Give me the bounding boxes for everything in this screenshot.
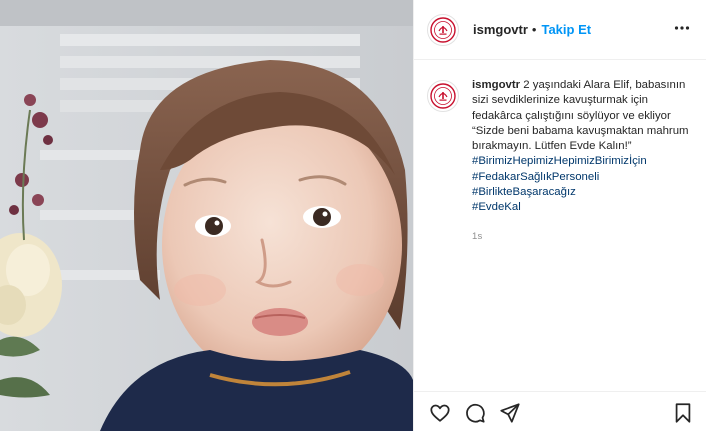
header-avatar[interactable] [427, 13, 459, 46]
post-side-panel: ismgovtr • Takip Et ismgovtr 2 yaşındaki… [413, 0, 706, 431]
save-button[interactable] [671, 401, 695, 425]
hashtag-link[interactable]: #BirlikteBaşaracağız [472, 185, 692, 200]
post-media[interactable] [0, 0, 413, 431]
post-video-frame [0, 0, 413, 431]
hashtag-link[interactable]: #FedakarSağlıkPersoneli [472, 170, 692, 185]
post-timestamp[interactable]: 1s [472, 229, 692, 244]
like-button[interactable] [428, 401, 452, 425]
ministry-logo-icon [430, 83, 456, 109]
heart-icon [430, 404, 450, 422]
post-caption: ismgovtr 2 yaşındaki Alara Elif, babasın… [427, 78, 697, 244]
share-icon [500, 403, 520, 423]
more-options-button[interactable] [672, 18, 692, 38]
more-options-icon [674, 26, 690, 30]
hashtag-link[interactable]: #BirimizHepimizHepimizBirimizİçin [472, 154, 692, 169]
caption-body: ismgovtr 2 yaşındaki Alara Elif, babasın… [472, 78, 692, 244]
caption-avatar[interactable] [427, 80, 459, 112]
comment-button[interactable] [463, 401, 487, 425]
share-button[interactable] [498, 401, 522, 425]
action-bar [414, 391, 706, 431]
comment-icon [466, 403, 485, 423]
bookmark-icon [675, 403, 691, 423]
follow-button[interactable]: Takip Et [541, 22, 591, 37]
ministry-logo-icon [430, 16, 456, 43]
caption-username[interactable]: ismgovtr [472, 79, 520, 91]
header-username[interactable]: ismgovtr [473, 22, 528, 37]
header-separator: • [531, 22, 537, 37]
hashtag-link[interactable]: #EvdeKal [472, 200, 692, 215]
post-header: ismgovtr • Takip Et [414, 0, 706, 60]
